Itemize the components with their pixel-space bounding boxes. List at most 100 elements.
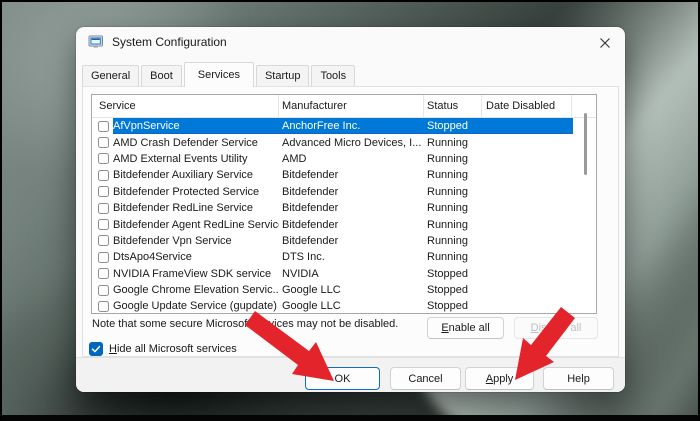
services-list-header: Service Manufacturer Status Date Disable… bbox=[92, 95, 596, 118]
service-row[interactable]: Bitdefender Agent RedLine Service Bitdef… bbox=[92, 216, 596, 232]
cancel-button[interactable]: Cancel bbox=[390, 367, 461, 390]
column-header-date-disabled[interactable]: Date Disabled bbox=[482, 95, 572, 117]
note-text: Note that some secure Microsoft services… bbox=[92, 318, 399, 330]
titlebar: System Configuration bbox=[76, 27, 625, 57]
service-name: Bitdefender Auxiliary Service bbox=[113, 169, 254, 182]
service-checkbox[interactable] bbox=[98, 186, 109, 198]
service-name: Bitdefender Agent RedLine Service bbox=[113, 218, 279, 231]
service-checkbox[interactable] bbox=[98, 169, 109, 181]
close-icon bbox=[600, 38, 610, 48]
service-manufacturer: Bitdefender bbox=[282, 218, 339, 231]
service-checkbox[interactable] bbox=[98, 120, 109, 132]
hide-microsoft-services-checkbox[interactable]: Hide all Microsoft services bbox=[89, 342, 237, 356]
enable-all-button[interactable]: Enable all bbox=[427, 317, 504, 339]
service-checkbox-cell bbox=[92, 202, 113, 214]
service-checkbox-cell bbox=[92, 120, 113, 132]
service-checkbox-cell bbox=[92, 219, 113, 231]
service-name: NVIDIA FrameView SDK service bbox=[113, 267, 272, 280]
service-name: Bitdefender RedLine Service bbox=[113, 202, 254, 215]
service-row[interactable]: AfVpnService AnchorFree Inc. Stopped bbox=[92, 118, 596, 135]
service-status: Running bbox=[427, 152, 468, 165]
service-row[interactable]: Bitdefender Protected Service Bitdefende… bbox=[92, 184, 596, 200]
service-name: DtsApo4Service bbox=[113, 251, 192, 264]
services-list[interactable]: Service Manufacturer Status Date Disable… bbox=[91, 94, 597, 314]
service-manufacturer: DTS Inc. bbox=[282, 251, 325, 264]
service-manufacturer: AnchorFree Inc. bbox=[282, 120, 361, 133]
service-checkbox[interactable] bbox=[98, 235, 109, 247]
service-row[interactable]: AMD Crash Defender Service Advanced Micr… bbox=[92, 134, 596, 150]
tab-strip: General Boot Services Startup Tools bbox=[82, 60, 357, 87]
service-row[interactable]: Bitdefender Vpn Service Bitdefender Runn… bbox=[92, 233, 596, 249]
service-manufacturer: AMD bbox=[282, 152, 307, 165]
service-row[interactable]: Bitdefender Auxiliary Service Bitdefende… bbox=[92, 167, 596, 183]
scrollbar-thumb[interactable] bbox=[584, 113, 587, 175]
service-status: Stopped bbox=[427, 120, 468, 133]
disable-all-button[interactable]: Disable all bbox=[514, 317, 598, 339]
service-checkbox-cell bbox=[92, 284, 113, 296]
service-status: Running bbox=[427, 169, 468, 182]
desktop-background: System Configuration General Boot Servic… bbox=[0, 0, 700, 421]
service-checkbox-cell bbox=[92, 251, 113, 263]
service-checkbox-cell bbox=[92, 235, 113, 247]
service-name: Google Update Service (gupdate) bbox=[113, 300, 277, 313]
service-status: Running bbox=[427, 136, 468, 149]
service-checkbox[interactable] bbox=[98, 268, 109, 280]
service-status: Running bbox=[427, 218, 468, 231]
service-name: AfVpnService bbox=[113, 120, 180, 133]
service-manufacturer: NVIDIA bbox=[282, 267, 319, 280]
dialog-footer: OK Cancel Apply Help bbox=[76, 357, 625, 392]
service-checkbox-cell bbox=[92, 268, 113, 280]
apply-button[interactable]: Apply bbox=[465, 367, 534, 390]
services-rows: AfVpnService AnchorFree Inc. Stopped AMD… bbox=[92, 118, 596, 313]
service-manufacturer: Bitdefender bbox=[282, 169, 339, 182]
service-row[interactable]: DtsApo4Service DTS Inc. Running bbox=[92, 249, 596, 265]
service-row[interactable]: NVIDIA FrameView SDK service NVIDIA Stop… bbox=[92, 266, 596, 282]
service-checkbox[interactable] bbox=[98, 251, 109, 263]
service-status: Stopped bbox=[427, 267, 468, 280]
checkbox-checked-icon bbox=[89, 342, 103, 356]
system-configuration-app-icon bbox=[88, 35, 103, 48]
service-manufacturer: Advanced Micro Devices, I... bbox=[282, 136, 422, 149]
service-name: Bitdefender Protected Service bbox=[113, 185, 260, 198]
help-button[interactable]: Help bbox=[543, 367, 614, 390]
service-name: Google Chrome Elevation Servic... bbox=[113, 284, 279, 297]
service-checkbox[interactable] bbox=[98, 202, 109, 214]
service-status: Stopped bbox=[427, 300, 468, 313]
checkmark-icon bbox=[91, 345, 101, 353]
service-row[interactable]: Google Chrome Elevation Servic... Google… bbox=[92, 282, 596, 298]
service-status: Running bbox=[427, 251, 468, 264]
service-row[interactable]: AMD External Events Utility AMD Running bbox=[92, 151, 596, 167]
column-header-status[interactable]: Status bbox=[424, 95, 482, 117]
service-checkbox[interactable] bbox=[98, 137, 109, 149]
service-status: Running bbox=[427, 185, 468, 198]
services-tab-page: Service Manufacturer Status Date Disable… bbox=[82, 86, 619, 357]
tab-boot[interactable]: Boot bbox=[141, 65, 182, 86]
service-status: Running bbox=[427, 234, 468, 247]
column-header-manufacturer[interactable]: Manufacturer bbox=[279, 95, 424, 117]
hide-microsoft-services-label: Hide all Microsoft services bbox=[109, 343, 237, 355]
service-checkbox-cell bbox=[92, 186, 113, 198]
service-status: Running bbox=[427, 202, 468, 215]
tab-general[interactable]: General bbox=[82, 65, 140, 86]
service-checkbox[interactable] bbox=[98, 300, 109, 312]
service-manufacturer: Bitdefender bbox=[282, 185, 339, 198]
tab-startup[interactable]: Startup bbox=[255, 65, 310, 86]
ok-button[interactable]: OK bbox=[305, 367, 380, 390]
close-button[interactable] bbox=[595, 33, 615, 53]
service-manufacturer: Bitdefender bbox=[282, 234, 339, 247]
service-checkbox[interactable] bbox=[98, 284, 109, 296]
tab-tools[interactable]: Tools bbox=[311, 65, 356, 86]
service-checkbox-cell bbox=[92, 153, 113, 165]
service-manufacturer: Bitdefender bbox=[282, 202, 339, 215]
service-name: Bitdefender Vpn Service bbox=[113, 234, 232, 247]
service-checkbox[interactable] bbox=[98, 153, 109, 165]
service-name: AMD Crash Defender Service bbox=[113, 136, 258, 149]
service-status: Stopped bbox=[427, 284, 468, 297]
window-title: System Configuration bbox=[112, 35, 227, 49]
service-row[interactable]: Bitdefender RedLine Service Bitdefender … bbox=[92, 200, 596, 216]
service-checkbox[interactable] bbox=[98, 219, 109, 231]
column-header-service[interactable]: Service bbox=[92, 95, 279, 117]
service-manufacturer: Google LLC bbox=[282, 284, 341, 297]
service-row[interactable]: Google Update Service (gupdate) Google L… bbox=[92, 298, 596, 313]
tab-services[interactable]: Services bbox=[183, 62, 254, 87]
